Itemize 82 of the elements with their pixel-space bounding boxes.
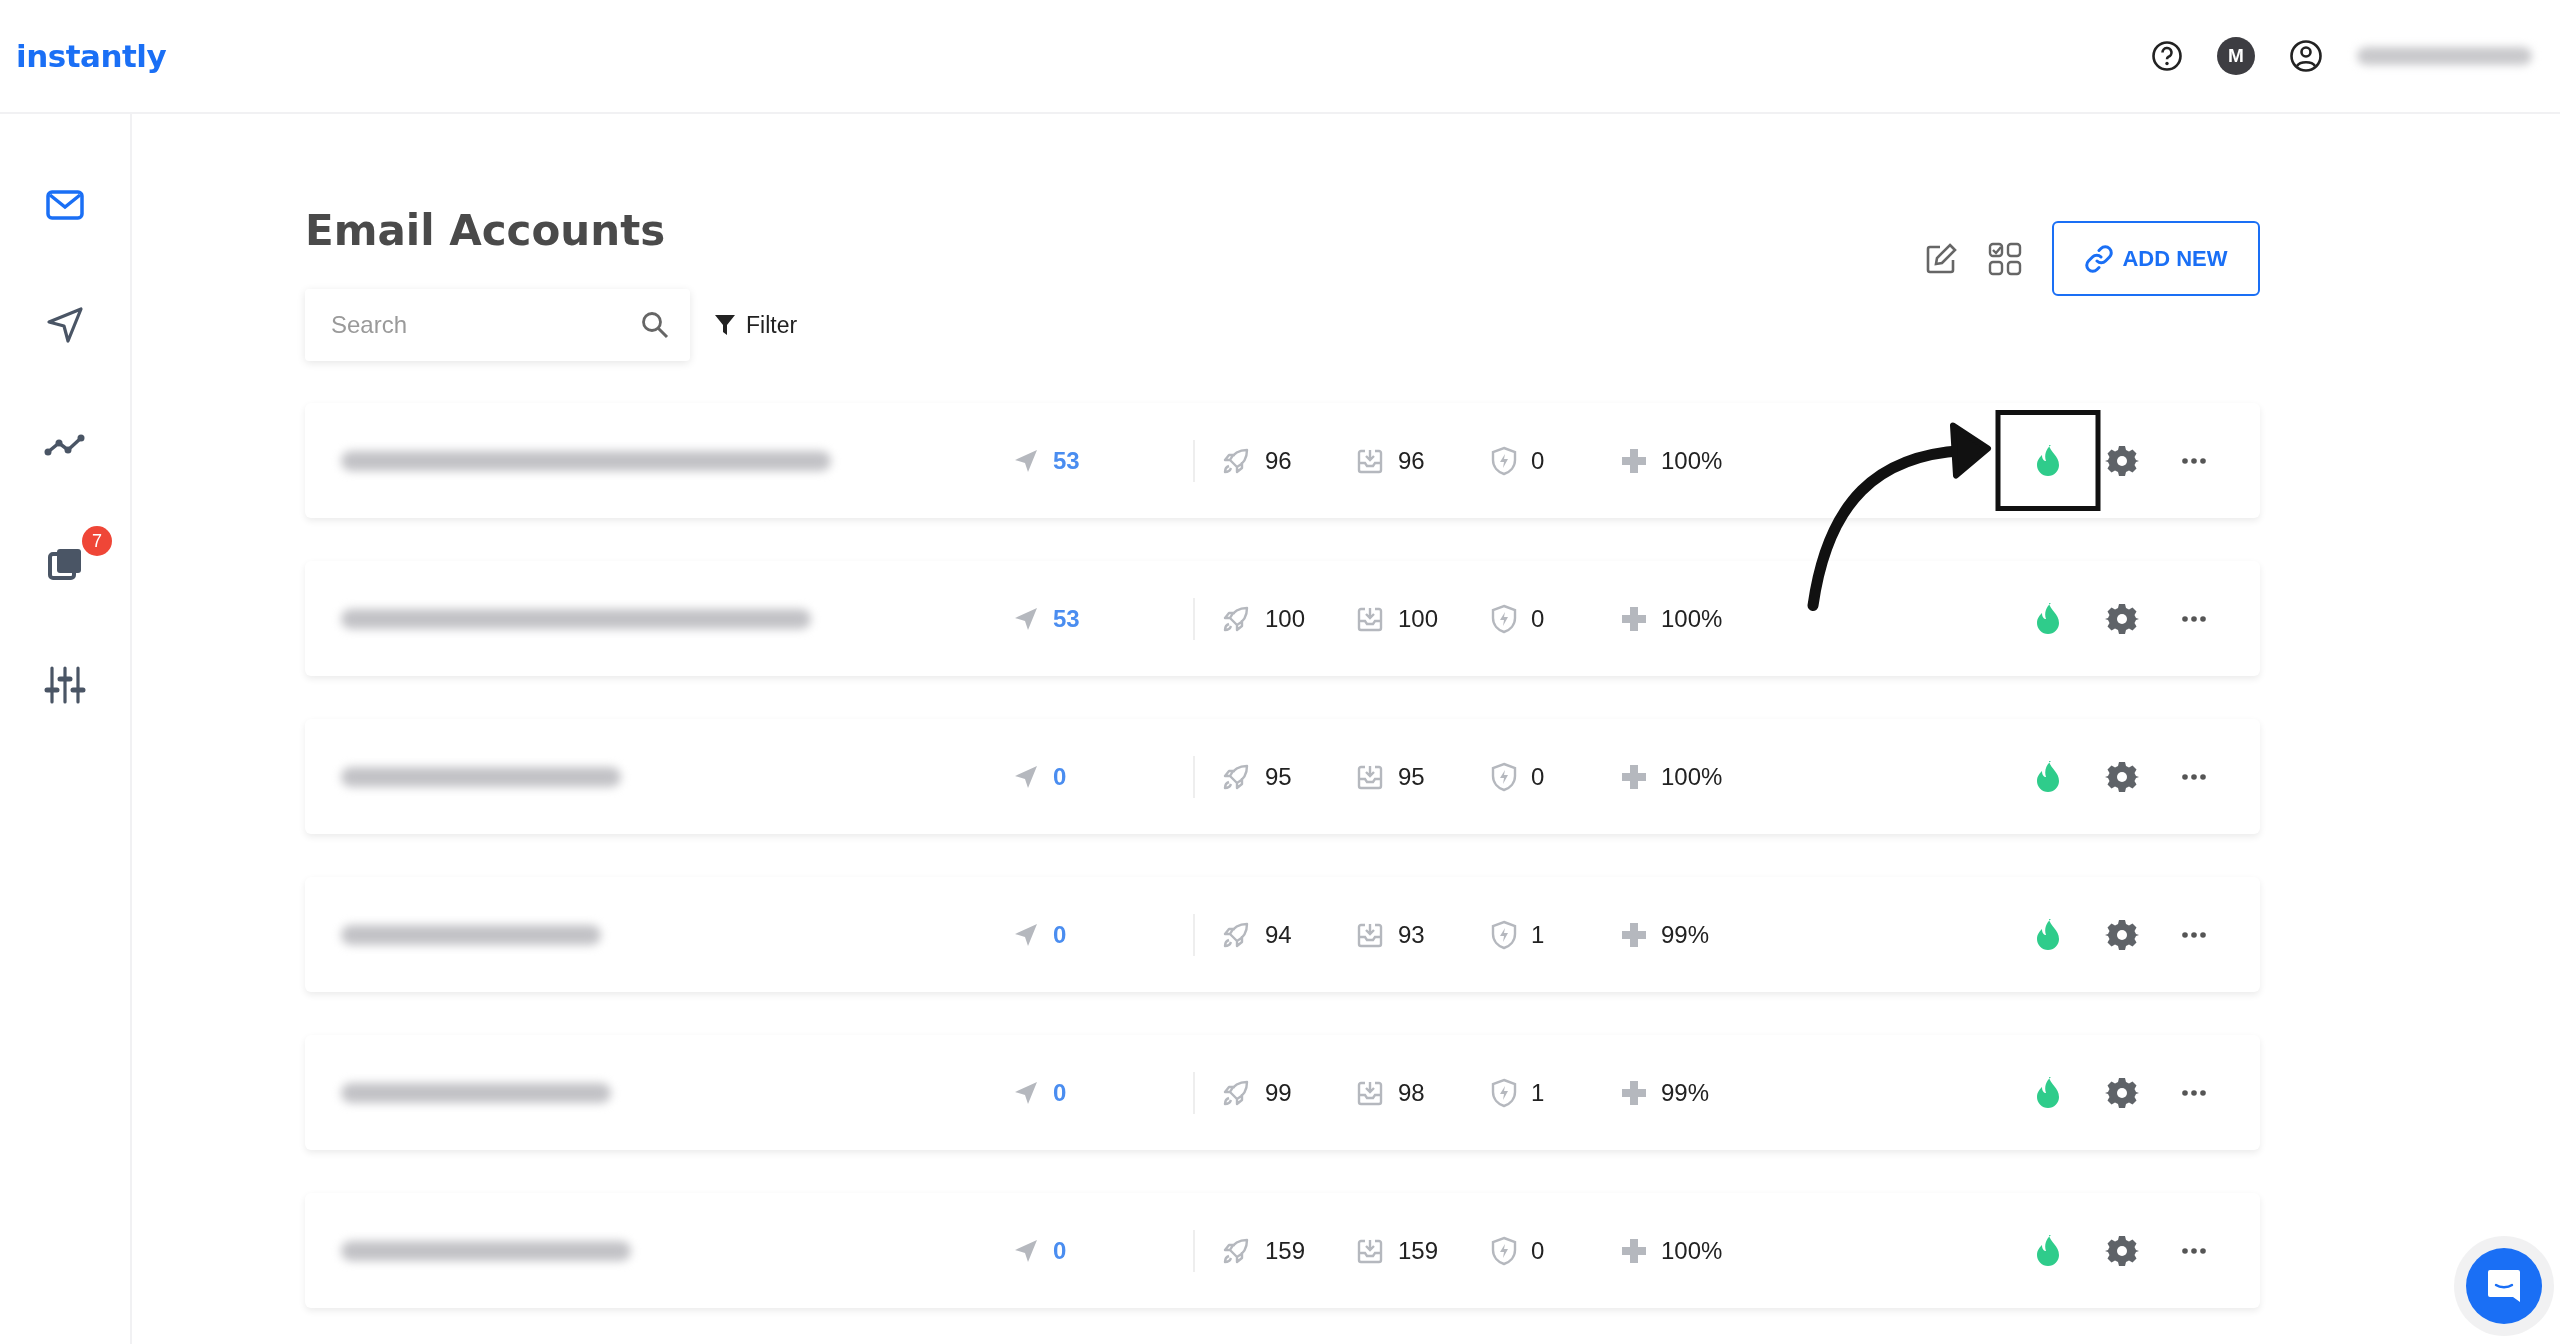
- settings-icon[interactable]: [2105, 917, 2139, 952]
- page-title: Email Accounts: [305, 206, 667, 255]
- settings-icon[interactable]: [2105, 443, 2139, 478]
- account-card[interactable]: 53 96 96 0 100%: [305, 403, 2260, 518]
- more-options-icon[interactable]: [2181, 772, 2207, 781]
- plus-icon: [1621, 763, 1647, 790]
- shield-icon: [1491, 445, 1517, 476]
- user-icon[interactable]: [2289, 39, 2323, 73]
- sent-count: 0: [1053, 762, 1067, 791]
- more-options-icon[interactable]: [2181, 1088, 2207, 1097]
- avatar[interactable]: M: [2217, 37, 2255, 75]
- inbox-count: 159: [1398, 1236, 1439, 1265]
- edit-icon[interactable]: [1924, 241, 1958, 276]
- health-score: 100%: [1661, 446, 1723, 475]
- more-options-icon[interactable]: [2181, 456, 2207, 465]
- paper-plane-icon: [1013, 1237, 1039, 1264]
- account-card[interactable]: 0 99 98 1 99%: [305, 1035, 2260, 1150]
- sent-count: 0: [1053, 920, 1067, 949]
- settings-icon[interactable]: [2105, 759, 2139, 794]
- filter-icon: [714, 313, 736, 337]
- paper-plane-icon: [1013, 447, 1039, 474]
- sent-count: 0: [1053, 1078, 1067, 1107]
- chat-bubble-icon: [2486, 1268, 2522, 1304]
- paper-plane-icon: [1013, 921, 1039, 948]
- spam-count: 0: [1531, 604, 1545, 633]
- warmup-count: 95: [1265, 762, 1292, 791]
- warmup-count: 96: [1265, 446, 1292, 475]
- spam-count: 0: [1531, 446, 1545, 475]
- more-options-icon[interactable]: [2181, 930, 2207, 939]
- health-score: 100%: [1661, 604, 1723, 633]
- account-card[interactable]: 0 159 159 0 100%: [305, 1193, 2260, 1308]
- warmup-count: 100: [1265, 604, 1306, 633]
- inbox-count: 95: [1398, 762, 1425, 791]
- account-card[interactable]: 0 95 95 0 100%: [305, 719, 2260, 834]
- warmup-count: 94: [1265, 920, 1292, 949]
- settings-icon[interactable]: [2105, 1075, 2139, 1110]
- spam-count: 1: [1531, 920, 1545, 949]
- link-icon: [2084, 243, 2115, 274]
- health-score: 100%: [1661, 1236, 1723, 1265]
- warmup-count: 99: [1265, 1078, 1292, 1107]
- shield-icon: [1491, 919, 1517, 950]
- plus-icon: [1621, 605, 1647, 632]
- paper-plane-icon: [1013, 763, 1039, 790]
- sent-count: 53: [1053, 446, 1080, 475]
- paper-plane-icon: [1013, 1079, 1039, 1106]
- shield-icon: [1491, 1235, 1517, 1266]
- spam-count: 1: [1531, 1078, 1545, 1107]
- notification-badge: 7: [82, 526, 112, 556]
- account-card[interactable]: 0 94 93 1 99%: [305, 877, 2260, 992]
- sent-count: 53: [1053, 604, 1080, 633]
- shield-icon: [1491, 1077, 1517, 1108]
- warmup-count: 159: [1265, 1236, 1306, 1265]
- settings-icon[interactable]: [2105, 601, 2139, 636]
- chat-button[interactable]: [2466, 1248, 2542, 1324]
- paper-plane-icon: [1013, 605, 1039, 632]
- sliders-icon[interactable]: [42, 664, 88, 706]
- plus-icon: [1621, 447, 1647, 474]
- logo[interactable]: instantly: [16, 38, 167, 74]
- more-options-icon[interactable]: [2181, 614, 2207, 623]
- plus-icon: [1621, 921, 1647, 948]
- inbox-count: 93: [1398, 920, 1425, 949]
- search-icon[interactable]: [640, 310, 670, 340]
- grid-select-icon[interactable]: [1988, 241, 2022, 276]
- health-score: 99%: [1661, 920, 1710, 949]
- settings-icon[interactable]: [2105, 1233, 2139, 1268]
- spam-count: 0: [1531, 1236, 1545, 1265]
- plus-icon: [1621, 1237, 1647, 1264]
- plus-icon: [1621, 1079, 1647, 1106]
- inbox-count: 100: [1398, 604, 1439, 633]
- shield-icon: [1491, 603, 1517, 634]
- health-score: 100%: [1661, 762, 1723, 791]
- sent-count: 0: [1053, 1236, 1067, 1265]
- spam-count: 0: [1531, 762, 1545, 791]
- add-new-button[interactable]: ADD NEW: [2052, 221, 2260, 296]
- shield-icon: [1491, 761, 1517, 792]
- inbox-count: 96: [1398, 446, 1425, 475]
- inbox-count: 98: [1398, 1078, 1425, 1107]
- health-score: 99%: [1661, 1078, 1710, 1107]
- filter-button[interactable]: Filter: [714, 311, 798, 339]
- account-card[interactable]: 53 100 100 0 100%: [305, 561, 2260, 676]
- help-icon[interactable]: [2151, 40, 2183, 72]
- more-options-icon[interactable]: [2181, 1246, 2207, 1255]
